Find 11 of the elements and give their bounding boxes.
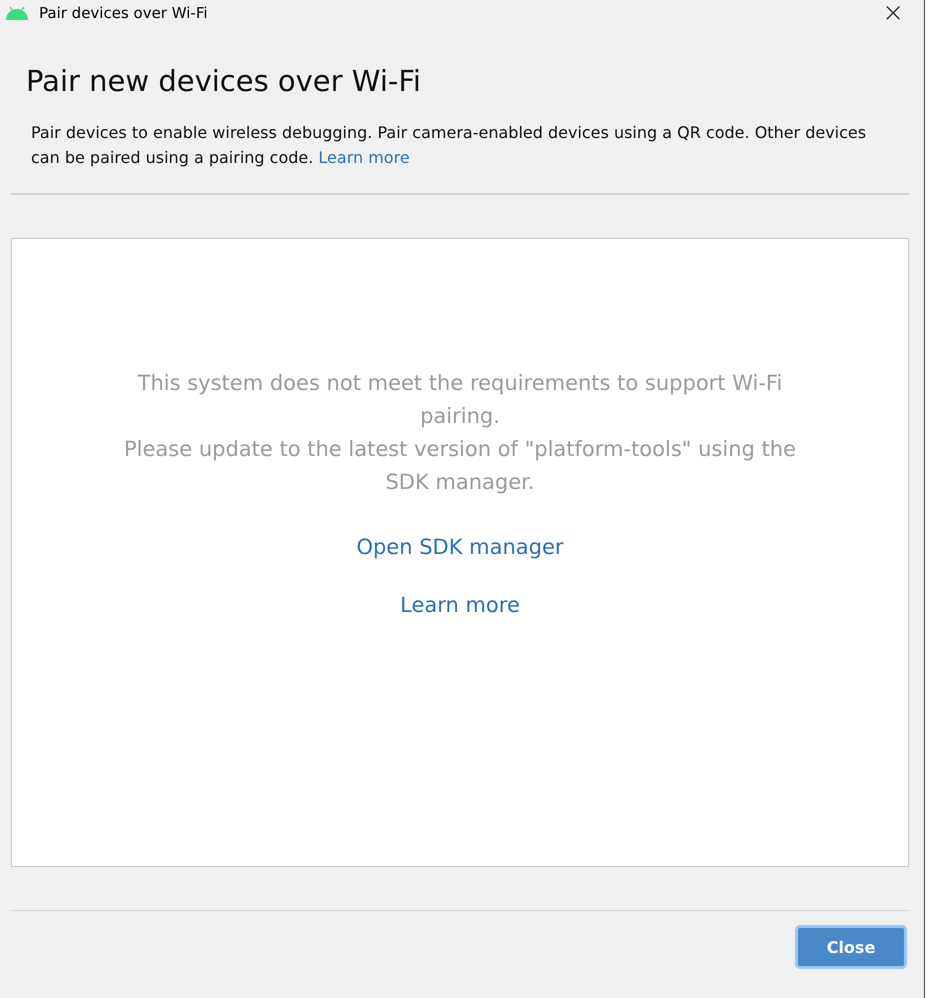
message-text: Please update to the latest version of "platform-tools" using the SDK manager. (123, 436, 797, 496)
close-icon[interactable]: × (882, 0, 904, 26)
learn-more-link[interactable]: Learn more (318, 148, 410, 167)
panel-link[interactable]: Learn more (400, 593, 520, 617)
close-button[interactable]: Close (795, 925, 907, 969)
dialog-heading: Pair new devices over Wi-Fi (26, 64, 422, 98)
android-icon (5, 6, 29, 20)
message-text: This system does not meet the requirements to support Wi-Fi pairing. (136, 370, 784, 430)
panel-link[interactable]: Open SDK manager (356, 535, 564, 559)
window-title: Pair devices over Wi-Fi (39, 4, 209, 22)
description-text: Pair devices to enable wireless debugging. Pair camera-enabled devices using a QR code. Other devices can be paired using a pairing code. Learn more (31, 122, 868, 169)
